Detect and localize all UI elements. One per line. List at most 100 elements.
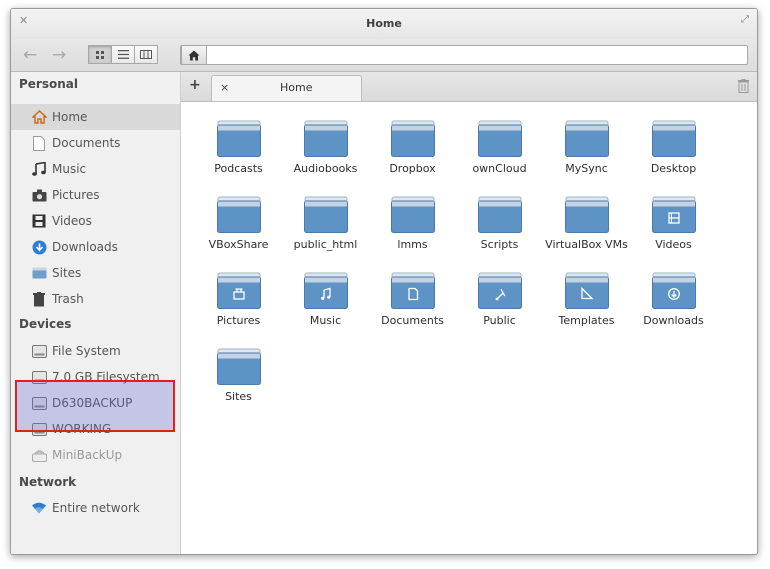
sidebar-item-pictures[interactable]: Pictures	[11, 182, 180, 208]
sidebar-item-label: File System	[52, 344, 121, 358]
sidebar-item-label: Downloads	[52, 240, 118, 254]
folder-label: Podcasts	[214, 162, 263, 175]
folder-item-virtualbox-vms[interactable]: VirtualBox VMs	[543, 196, 630, 252]
folder-item-lmms[interactable]: lmms	[369, 196, 456, 252]
tab-home[interactable]: × Home	[211, 75, 362, 101]
folder-label: VBoxShare	[208, 238, 269, 251]
folder-label: Desktop	[650, 162, 697, 175]
folder-icon	[564, 120, 609, 157]
folder-item-documents[interactable]: Documents	[369, 272, 456, 328]
trash-icon[interactable]	[738, 78, 749, 97]
folder-label: VirtualBox VMs	[545, 238, 628, 251]
tab-bar: + × Home	[181, 72, 757, 102]
folder-item-videos[interactable]: Videos	[630, 196, 717, 252]
new-tab-button[interactable]: +	[189, 76, 201, 94]
folder-icon	[216, 272, 261, 309]
folder-icon	[390, 272, 435, 309]
folder-label: Templates	[558, 314, 615, 327]
folder-item-templates[interactable]: Templates	[543, 272, 630, 328]
folder-label: Scripts	[480, 238, 519, 251]
sidebar-item-file-system[interactable]: File System	[11, 338, 180, 364]
folder-label: ownCloud	[472, 162, 527, 175]
downloads-icon	[31, 239, 47, 255]
sidebar-item-trash[interactable]: Trash	[11, 286, 180, 312]
folder-item-scripts[interactable]: Scripts	[456, 196, 543, 252]
tab-close-button[interactable]: ×	[220, 80, 229, 96]
sidebar-item-downloads[interactable]: Downloads	[11, 234, 180, 260]
sidebar-item-home[interactable]: Home	[11, 104, 180, 130]
sidebar-item-documents[interactable]: Documents	[11, 130, 180, 156]
network-drive-icon	[31, 447, 47, 463]
pictures-icon	[31, 187, 47, 203]
folder-item-downloads[interactable]: Downloads	[630, 272, 717, 328]
home-icon	[31, 109, 47, 125]
folder-item-desktop[interactable]: Desktop	[630, 120, 717, 176]
sidebar: Personal Home Documents Music Pictures V…	[11, 72, 181, 554]
folder-icon	[303, 272, 348, 309]
sidebar-heading-devices: Devices	[19, 317, 72, 331]
home-icon	[188, 50, 200, 60]
folder-item-vboxshare[interactable]: VBoxShare	[195, 196, 282, 252]
folder-label: Audiobooks	[293, 162, 358, 175]
view-mode-switcher	[88, 45, 158, 65]
drive-icon	[31, 343, 47, 359]
document-icon	[31, 135, 47, 151]
file-manager-window: ✕ Home ⤢ ← → Personal Home Documents Mus…	[10, 8, 758, 555]
title-bar[interactable]: ✕ Home ⤢	[11, 9, 757, 39]
folder-label: public_html	[293, 238, 358, 251]
path-bar[interactable]	[180, 45, 748, 65]
path-home-button[interactable]	[181, 45, 207, 65]
folder-item-music[interactable]: Music	[282, 272, 369, 328]
sidebar-item-videos[interactable]: Videos	[11, 208, 180, 234]
sidebar-item-label: Home	[52, 110, 88, 124]
sidebar-heading-network: Network	[19, 475, 77, 489]
folder-item-public[interactable]: Public	[456, 272, 543, 328]
folder-icon	[303, 120, 348, 157]
folder-item-public-html[interactable]: public_html	[282, 196, 369, 252]
trash-icon	[31, 291, 47, 307]
sidebar-item-entire-network[interactable]: Entire network	[11, 495, 180, 521]
folder-item-owncloud[interactable]: ownCloud	[456, 120, 543, 176]
columns-icon	[140, 50, 152, 59]
folder-item-pictures[interactable]: Pictures	[195, 272, 282, 328]
folder-item-mysync[interactable]: MySync	[543, 120, 630, 176]
folder-icon	[390, 196, 435, 233]
folder-label: Downloads	[643, 314, 704, 327]
folder-label: MySync	[565, 162, 608, 175]
folder-icon	[564, 196, 609, 233]
folder-item-dropbox[interactable]: Dropbox	[369, 120, 456, 176]
forward-button[interactable]: →	[52, 44, 66, 66]
folder-label: Public	[483, 314, 516, 327]
folder-icon	[477, 196, 522, 233]
icon-view-button[interactable]	[88, 45, 112, 64]
selection-highlight-box	[15, 380, 175, 432]
folder-icon	[477, 120, 522, 157]
maximize-icon[interactable]: ⤢	[741, 13, 749, 27]
folder-icon	[651, 196, 696, 233]
music-icon	[31, 161, 47, 177]
folder-icon	[216, 120, 261, 157]
sidebar-item-sites[interactable]: Sites	[11, 260, 180, 286]
folder-icon	[651, 120, 696, 157]
folder-label: Videos	[655, 238, 692, 251]
sidebar-heading-personal: Personal	[19, 77, 78, 91]
sidebar-item-minibackup[interactable]: MiniBackUp	[11, 442, 180, 468]
sidebar-item-label: MiniBackUp	[52, 448, 123, 462]
sidebar-item-label: Sites	[52, 266, 82, 280]
column-view-button[interactable]	[134, 45, 158, 64]
folder-label: Pictures	[216, 314, 261, 327]
folder-icon	[303, 196, 348, 233]
folder-icon	[390, 120, 435, 157]
file-view[interactable]: Podcasts Audiobooks Dropbox ownCloud MySync D…	[181, 102, 757, 554]
back-button[interactable]: ←	[23, 44, 37, 66]
folder-label: lmms	[397, 238, 428, 251]
folder-icon	[216, 348, 261, 385]
folder-item-podcasts[interactable]: Podcasts	[195, 120, 282, 176]
list-icon	[117, 50, 129, 59]
sidebar-item-label: Pictures	[52, 188, 100, 202]
folder-icon	[651, 272, 696, 309]
sidebar-item-music[interactable]: Music	[11, 156, 180, 182]
list-view-button[interactable]	[111, 45, 135, 64]
folder-item-audiobooks[interactable]: Audiobooks	[282, 120, 369, 176]
folder-item-sites[interactable]: Sites	[195, 348, 282, 404]
